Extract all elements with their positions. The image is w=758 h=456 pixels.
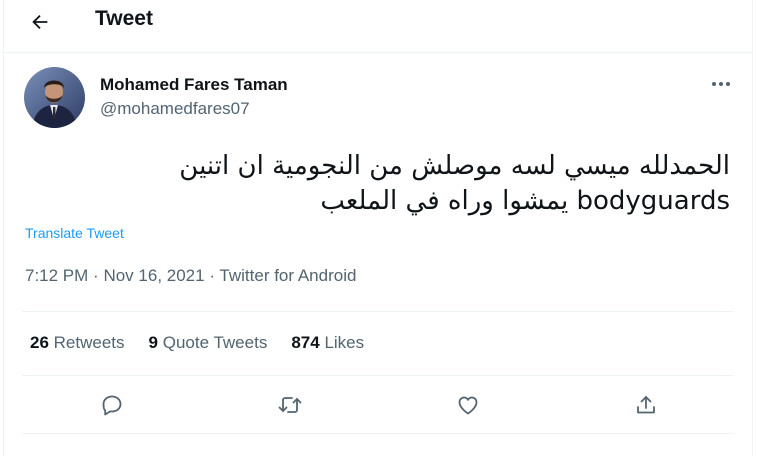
avatar[interactable] <box>24 67 85 128</box>
tweet-page: Tweet Mohamed Fares Taman @mohamedfares0… <box>3 0 753 456</box>
likes-label: Likes <box>324 333 365 352</box>
more-options-button[interactable] <box>708 74 734 94</box>
likes-count: 874 <box>291 333 320 352</box>
retweets-label: Retweets <box>53 333 125 352</box>
author-handle[interactable]: @mohamedfares07 <box>100 99 250 119</box>
heart-icon <box>458 396 478 415</box>
divider <box>22 433 734 434</box>
divider <box>22 311 734 312</box>
tweet-stats: 26 Retweets 9 Quote Tweets 874 Likes <box>30 333 388 353</box>
page-title: Tweet <box>95 7 153 30</box>
more-dots-icon <box>712 82 730 86</box>
retweet-icon <box>278 397 302 413</box>
tweet-time[interactable]: 7:12 PM <box>25 266 88 285</box>
tweet-text: الحمدلله ميسي لسه موصلش من النجومية ان ا… <box>30 149 730 219</box>
meta-separator: · <box>209 266 215 285</box>
reply-button[interactable] <box>96 389 128 421</box>
page-header: Tweet <box>4 0 752 52</box>
reply-icon <box>102 395 122 416</box>
divider <box>4 52 752 53</box>
divider <box>22 375 734 376</box>
author-name[interactable]: Mohamed Fares Taman <box>100 75 288 95</box>
share-button[interactable] <box>630 389 662 421</box>
quote-tweets-count: 9 <box>148 333 158 352</box>
tweet-actions <box>4 389 752 421</box>
tweet-meta: 7:12 PM · Nov 16, 2021 · Twitter for And… <box>25 266 356 286</box>
back-button[interactable] <box>26 8 54 36</box>
avatar-image <box>24 67 85 128</box>
quote-tweets-label: Quote Tweets <box>162 333 268 352</box>
like-button[interactable] <box>452 389 484 421</box>
likes-stat[interactable]: 874 Likes <box>291 333 364 353</box>
meta-separator: · <box>93 266 99 285</box>
retweets-count: 26 <box>30 333 49 352</box>
retweets-stat[interactable]: 26 Retweets <box>30 333 125 353</box>
tweet-source[interactable]: Twitter for Android <box>219 266 356 285</box>
retweet-button[interactable] <box>274 389 306 421</box>
tweet-text-line: bodyguards يمشوا وراه في الملعب <box>320 186 730 216</box>
share-icon <box>637 396 655 414</box>
tweet-date[interactable]: Nov 16, 2021 <box>103 266 204 285</box>
back-arrow-icon <box>32 14 48 30</box>
translate-tweet-link[interactable]: Translate Tweet <box>25 225 124 241</box>
quote-tweets-stat[interactable]: 9 Quote Tweets <box>149 333 268 353</box>
tweet-text-line: الحمدلله ميسي لسه موصلش من النجومية ان ا… <box>179 151 730 181</box>
